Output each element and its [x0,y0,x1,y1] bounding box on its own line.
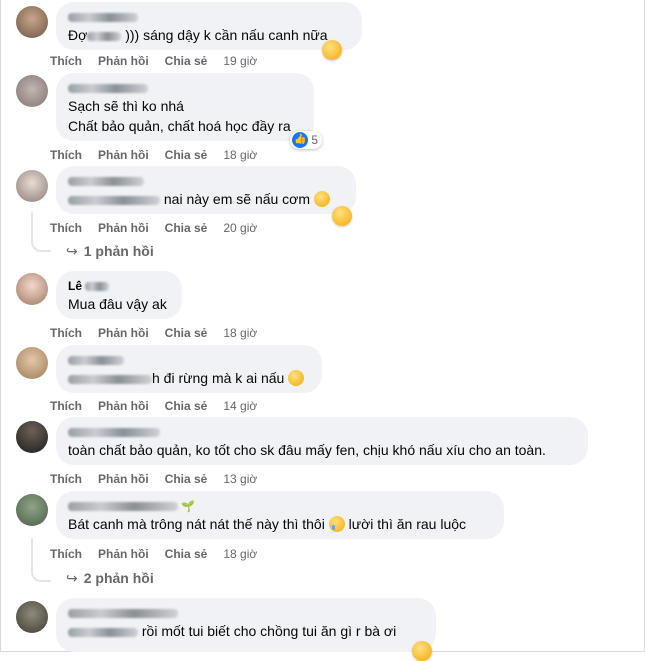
comment-bubble: 🌱 Bát canh mà trông nát nát thế này thì … [56,491,504,539]
timestamp[interactable]: 20 giờ [223,221,257,235]
reply-button[interactable]: Phản hồi [98,472,149,486]
comment-bubble: toàn chất bảo quản, ko tốt cho sk đâu mấ… [56,417,588,465]
comment-actions: Thích Phản hồi Chia sẻ 18 giờ [50,547,273,561]
comment-text: Sạch sẽ thì ko nhá [68,98,184,114]
author-name-blurred[interactable] [68,353,310,367]
reply-button[interactable]: Phản hồi [98,148,149,162]
author-name[interactable]: Lê [68,279,170,293]
comment-actions: Thích Phản hồi Chia sẻ 20 giờ [50,221,273,235]
reply-button[interactable]: Phản hồi [98,326,149,340]
reply-button[interactable]: Phản hồi [98,221,149,235]
comment-text: nai này em sẽ nấu cơm [163,191,311,207]
timestamp[interactable]: 18 giờ [223,148,257,162]
timestamp[interactable]: 18 giờ [223,547,257,561]
laughing-emoji [313,191,330,207]
comment-text: h đi rừng mà k ai nấu [152,370,285,386]
avatar[interactable] [16,6,48,38]
reply-arrow-icon: ↪ [66,570,78,586]
share-button[interactable]: Chia sẻ [165,326,208,340]
comment-text: Bát canh mà trông nát nát thế này thì th… [68,516,325,532]
comment-bubble: h đi rừng mà k ai nấu [56,345,322,393]
like-button[interactable]: Thích [50,472,82,486]
avatar[interactable] [16,421,48,453]
comment-actions: Thích Phản hồi Chia sẻ 14 giờ [50,399,273,413]
comment-text-2: lười thì ăn rau luộc [348,516,467,532]
comment-text: ))) sáng dậy k cần nấu canh nữa [125,27,328,43]
like-reaction-icon: 👍 [292,132,309,148]
share-button[interactable]: Chia sẻ [165,399,208,413]
like-button[interactable]: Thích [50,148,82,162]
comment-text: Mua đâu vậy ak [68,296,167,312]
thread-line [31,212,51,252]
view-replies-link[interactable]: ↪ 1 phản hồi [66,243,154,260]
share-button[interactable]: Chia sẻ [165,54,208,68]
laughing-emoji-reaction [332,206,352,226]
comment-actions: Thích Phản hồi Chia sẻ 13 giờ [50,472,273,486]
comment-text: rồi mốt tui biết cho chồng tui ăn gì r b… [141,623,397,639]
comment-bubble: rồi mốt tui biết cho chồng tui ăn gì r b… [56,598,436,652]
like-button[interactable]: Thích [50,326,82,340]
author-name-blurred[interactable] [68,10,350,24]
like-button[interactable]: Thích [50,547,82,561]
author-name-blurred[interactable] [68,425,576,439]
sprout-icon: 🌱 [181,501,196,513]
reaction-count-badge[interactable]: 👍 5 [290,131,322,149]
comment-text: Chất bảo quản, chất hoá học đầy ra [68,118,291,134]
avatar[interactable] [16,494,48,526]
comment-text: toàn chất bảo quản, ko tốt cho sk đâu mấ… [68,442,546,458]
thread-line [31,538,51,582]
like-button[interactable]: Thích [50,221,82,235]
comment-bubble: nai này em sẽ nấu cơm [56,166,356,214]
comment-actions: Thích Phản hồi Chia sẻ 19 giờ [50,54,273,68]
timestamp[interactable]: 19 giờ [223,54,257,68]
cry-emoji-reaction [322,40,342,60]
share-button[interactable]: Chia sẻ [165,221,208,235]
author-name-blurred[interactable] [68,174,344,188]
reply-button[interactable]: Phản hồi [98,547,149,561]
share-button[interactable]: Chia sẻ [165,472,208,486]
author-name-blurred[interactable] [68,81,302,95]
avatar[interactable] [16,170,48,202]
reply-arrow-icon: ↪ [66,243,78,259]
crying-emoji [328,516,345,532]
avatar[interactable] [16,601,48,633]
author-name-blurred[interactable] [68,606,424,620]
comment-bubble: Đợ ))) sáng dậy k cần nấu canh nữa [56,2,362,50]
author-name-blurred[interactable]: 🌱 [68,499,492,513]
comment-actions: Thích Phản hồi Chia sẻ 18 giờ [50,148,273,162]
comment-bubble: Lê Mua đâu vậy ak [56,271,182,319]
emoji-reaction [412,641,432,661]
timestamp[interactable]: 18 giờ [223,326,257,340]
view-replies-link[interactable]: ↪ 2 phản hồi [66,570,154,587]
share-button[interactable]: Chia sẻ [165,547,208,561]
like-button[interactable]: Thích [50,54,82,68]
avatar[interactable] [16,273,48,305]
share-button[interactable]: Chia sẻ [165,148,208,162]
avatar[interactable] [16,347,48,379]
reply-button[interactable]: Phản hồi [98,54,149,68]
timestamp[interactable]: 14 giờ [223,399,257,413]
like-button[interactable]: Thích [50,399,82,413]
avatar[interactable] [16,75,48,107]
timestamp[interactable]: 13 giờ [223,472,257,486]
crying-laughing-emoji [288,370,305,386]
comment-bubble: Sạch sẽ thì ko nhá Chất bảo quản, chất h… [56,73,322,149]
reply-button[interactable]: Phản hồi [98,399,149,413]
comment-actions: Thích Phản hồi Chia sẻ 18 giờ [50,326,273,340]
